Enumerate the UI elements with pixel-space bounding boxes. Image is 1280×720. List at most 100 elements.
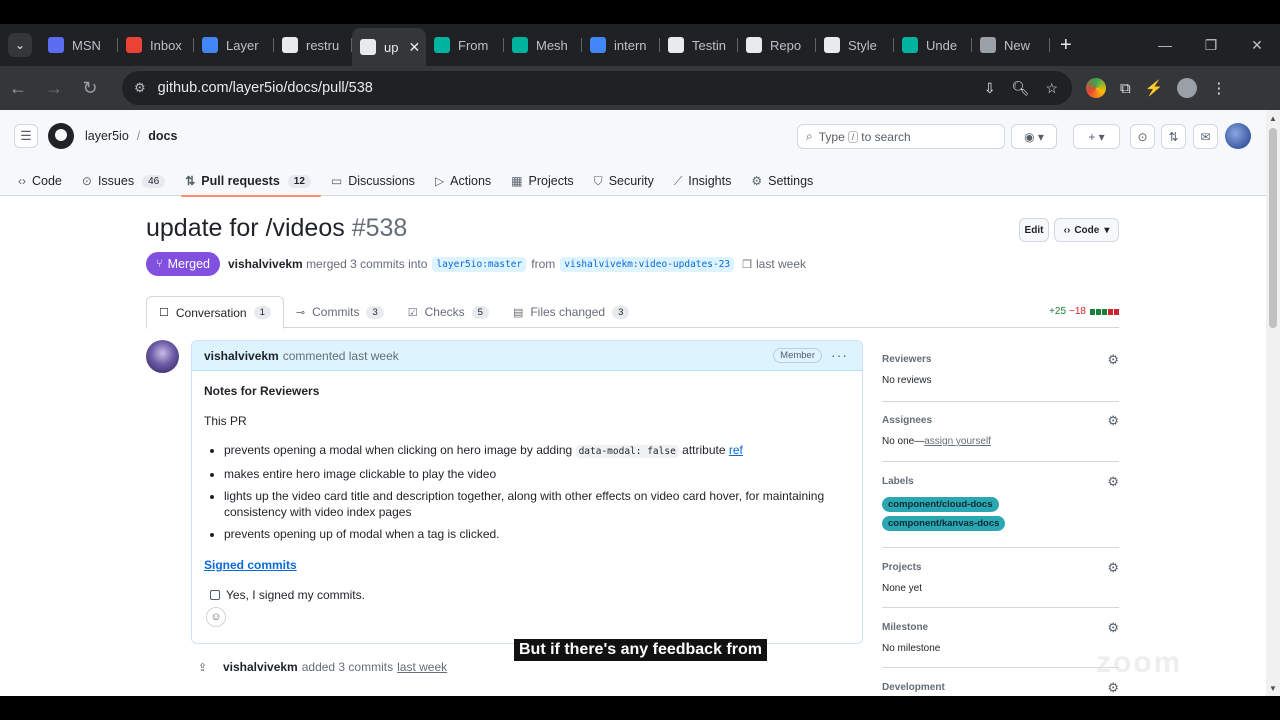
browser-tab[interactable]: Layer (194, 28, 274, 62)
pr-tab[interactable]: ☑ Checks 5 (396, 296, 501, 328)
pr-number: #538 (351, 214, 408, 242)
gear-icon[interactable]: ⚙ (1107, 680, 1119, 696)
minimize-icon[interactable]: — (1142, 37, 1188, 53)
comment-avatar[interactable] (146, 340, 179, 373)
pr-tab[interactable]: ⊸ Commits 3 (284, 296, 396, 328)
comment-box: vishalvivekm commented last week Member … (191, 340, 863, 644)
signed-checkbox[interactable] (210, 590, 220, 600)
zoom-icon[interactable]: 🔍︎ (1012, 80, 1030, 97)
browser-tab[interactable]: Mesh (504, 28, 582, 62)
github-logo-icon[interactable] (48, 123, 74, 149)
repo-nav-item[interactable]: ▦ Projects (511, 166, 584, 196)
repo-nav-item[interactable]: ⟋ Insights (674, 166, 742, 196)
site-info-icon[interactable]: ⚙ (134, 80, 146, 96)
browser-tab[interactable]: up ✕ (352, 28, 426, 66)
performance-icon[interactable]: ⚡ (1145, 79, 1164, 97)
repo-nav-label: Insights (688, 174, 732, 188)
browser-tab[interactable]: intern (582, 28, 660, 62)
window-close-icon[interactable]: ✕ (1234, 37, 1280, 54)
browser-tab[interactable]: New (972, 28, 1050, 62)
tab-title: up (384, 39, 399, 55)
edit-button[interactable]: Edit (1019, 218, 1049, 242)
comment-heading: Notes for Reviewers (204, 384, 320, 398)
browser-tab[interactable]: Inbox (118, 28, 194, 62)
extension-icon[interactable] (1086, 78, 1106, 98)
reload-icon[interactable]: ↻ (72, 78, 108, 99)
repo-push-icon: ⇪ (198, 661, 208, 674)
signed-checkbox-row[interactable]: Yes, I signed my commits. (210, 588, 850, 602)
browser-tab[interactable]: restru (274, 28, 352, 62)
menu-dots-icon[interactable]: ⋮ (1211, 79, 1226, 97)
repo-nav-item[interactable]: ⊙ Issues 46 (82, 166, 175, 196)
browser-tab[interactable]: Repo (738, 28, 816, 62)
assign-yourself-link[interactable]: assign yourself (924, 436, 991, 447)
create-new-button[interactable]: + ▾ (1073, 124, 1120, 149)
repo-nav-item[interactable]: ‹› Code (18, 166, 72, 196)
pr-sidebar: Reviewers ⚙ No reviews Assignees ⚙ No on… (882, 348, 1119, 696)
breadcrumb-repo[interactable]: docs (148, 129, 177, 143)
tab-close-icon[interactable]: ✕ (408, 39, 420, 56)
scrollbar[interactable]: ▲ ▼ (1266, 110, 1280, 696)
github-page: ☰ layer5io / docs ⌕ Type / to search ◉ ▾ + ▾… (0, 110, 1280, 696)
base-branch[interactable]: layer5io:master (432, 256, 527, 272)
browser-tab[interactable]: Style (816, 28, 894, 62)
new-tab-icon[interactable]: + (1060, 34, 1072, 57)
repo-nav-item[interactable]: ▭ Discussions (331, 166, 425, 196)
label-pill[interactable]: component/cloud-docs (882, 497, 999, 512)
browser-tab[interactable]: From (426, 28, 504, 62)
avatar[interactable] (1225, 123, 1251, 149)
pr-tab[interactable]: ▤ Files changed 3 (501, 296, 641, 328)
scrollbar-thumb[interactable] (1269, 128, 1277, 328)
screen: ⌄ MSN Inbox Layer restru up ✕ From Mesh intern Te… (0, 0, 1280, 720)
kebab-menu-icon[interactable]: ··· (831, 347, 848, 363)
repo-nav-item[interactable]: ⇅ Pull requests 12 (181, 166, 321, 197)
head-branch[interactable]: vishalvivekm:video-updates-23 (560, 256, 735, 272)
copilot-button[interactable]: ◉ ▾ (1011, 124, 1057, 149)
timeline-author[interactable]: vishalvivekm (223, 660, 298, 674)
tab-search-icon[interactable]: ⌄ (8, 33, 32, 57)
gear-icon[interactable]: ⚙ (1107, 352, 1119, 368)
browser-tab[interactable]: MSN (40, 28, 118, 62)
gear-icon[interactable]: ⚙ (1107, 560, 1119, 576)
gear-icon[interactable]: ⚙ (1107, 620, 1119, 636)
restore-icon[interactable]: ❐ (1188, 37, 1234, 54)
code-dropdown-button[interactable]: ‹› Code ▾ (1054, 218, 1119, 242)
comment-author[interactable]: vishalvivekm (204, 349, 279, 363)
repo-nav-label: Issues (97, 174, 135, 188)
scroll-up-icon[interactable]: ▲ (1269, 114, 1277, 123)
label-pill[interactable]: component/kanvas-docs (882, 516, 1006, 531)
repo-nav-item[interactable]: ▷ Actions (435, 166, 501, 196)
breadcrumb-owner[interactable]: layer5io (85, 129, 129, 143)
search-input[interactable]: ⌕ Type / to search (797, 124, 1005, 149)
ref-link[interactable]: ref (729, 443, 743, 457)
signed-commits-heading[interactable]: Signed commits (204, 558, 850, 572)
gear-icon[interactable]: ⚙ (1107, 413, 1119, 429)
bookmark-star-icon[interactable]: ☆ (1045, 80, 1058, 97)
inbox-button[interactable]: ✉ (1193, 124, 1218, 149)
puzzle-icon[interactable]: ⧉ (1120, 80, 1131, 97)
forward-icon[interactable]: → (36, 78, 72, 99)
hamburger-icon[interactable]: ☰ (14, 124, 38, 148)
timeline-time[interactable]: last week (397, 660, 447, 674)
back-icon[interactable]: ← (0, 78, 36, 99)
gear-icon[interactable]: ⚙ (1107, 474, 1119, 490)
install-app-icon[interactable]: ⇩ (984, 80, 996, 97)
pr-author[interactable]: vishalvivekm (228, 257, 303, 271)
comment-meta[interactable]: commented last week (283, 349, 399, 363)
pr-time[interactable]: last week (756, 257, 806, 271)
issues-button[interactable]: ⊙ (1130, 124, 1155, 149)
play-icon: ▷ (434, 174, 445, 188)
repo-nav-item[interactable]: ⛉ Security (594, 166, 664, 196)
profile-icon[interactable] (1177, 78, 1198, 98)
repo-nav-item[interactable]: ⚙ Settings (751, 166, 823, 196)
scroll-down-icon[interactable]: ▼ (1269, 684, 1277, 693)
browser-tab[interactable]: Unde (894, 28, 972, 62)
browser-tab[interactable]: Testin (660, 28, 738, 62)
copy-icon[interactable]: ❐ (742, 258, 752, 271)
add-reaction-icon[interactable]: ☺ (206, 607, 226, 627)
pull-requests-button[interactable]: ⇅ (1161, 124, 1186, 149)
list-item: prevents opening up of modal when a tag … (224, 526, 850, 542)
count-badge: 3 (366, 305, 384, 319)
pr-tab[interactable]: ☐ Conversation 1 (146, 296, 284, 329)
address-bar[interactable]: ⚙ github.com/layer5io/docs/pull/538 ⇩ 🔍︎… (122, 71, 1072, 105)
